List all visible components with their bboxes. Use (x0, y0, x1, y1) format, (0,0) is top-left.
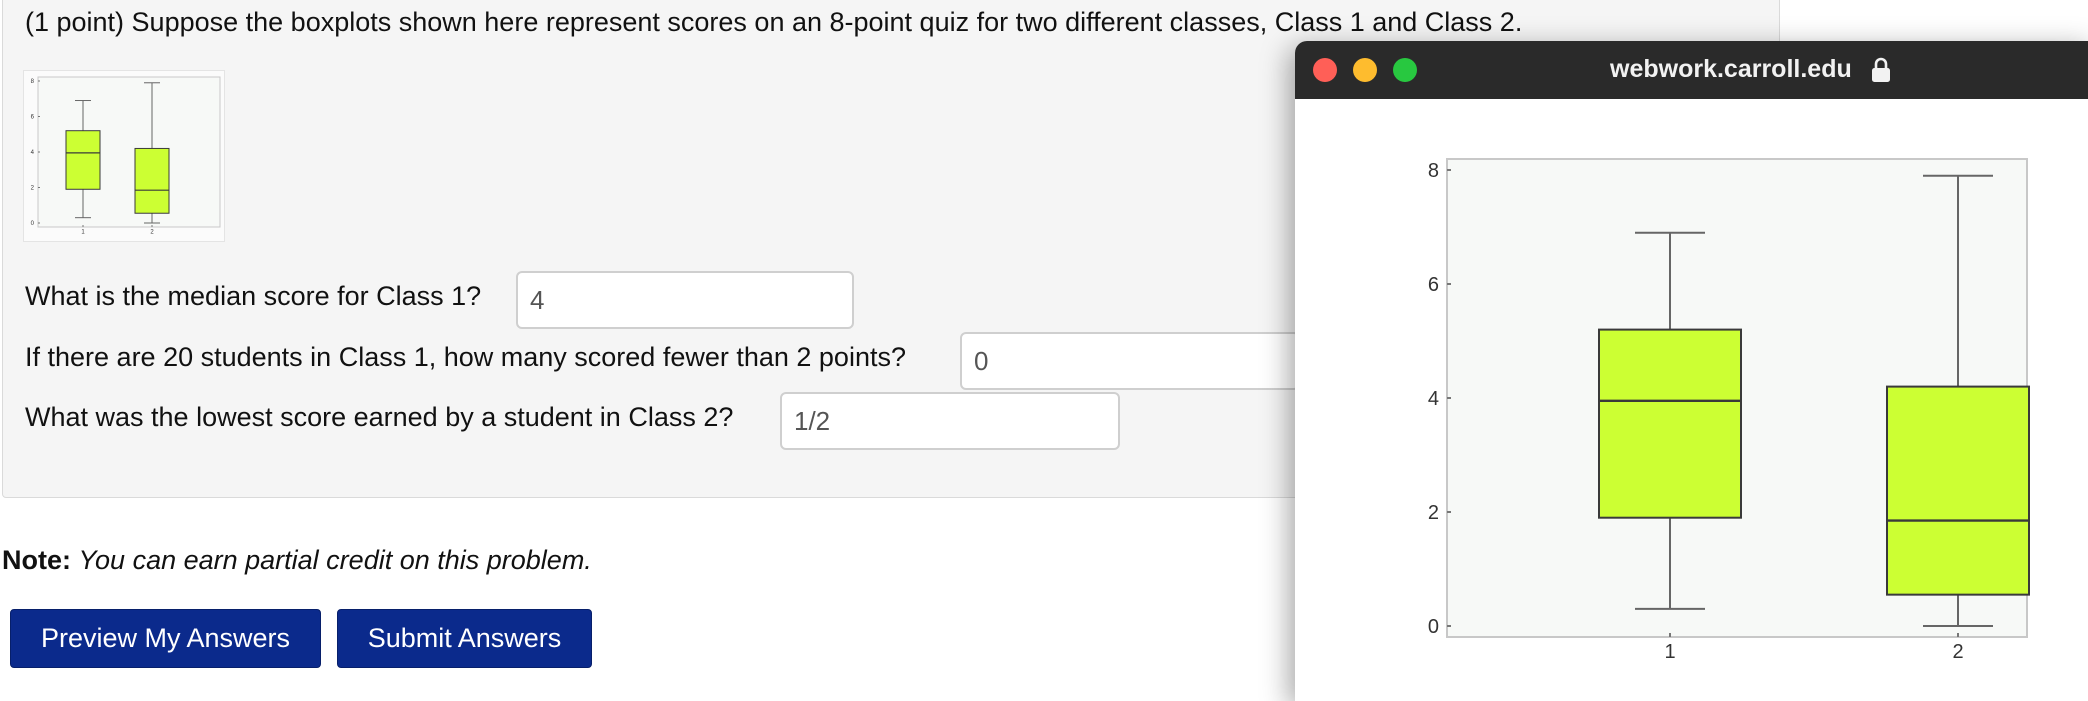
question-median-label: What is the median score for Class 1? (25, 281, 482, 311)
popup-url: webwork.carroll.edu (1610, 55, 1852, 83)
x-tick-label: 2 (1952, 641, 1963, 663)
box-class-2 (1886, 385, 2030, 596)
box-class-1 (65, 130, 101, 190)
y-tick-label: 0 (1428, 616, 1439, 638)
y-tick-label: 8 (31, 79, 35, 85)
y-tick-label: 2 (1428, 502, 1439, 524)
y-tick-label: 2 (31, 186, 35, 192)
submit-answers-button[interactable]: Submit Answers (337, 609, 592, 668)
y-tick-label: 4 (1428, 388, 1439, 410)
image-popup-window: webwork.carroll.edu 0 2 4 6 8 1 2 (1295, 41, 2088, 701)
popup-titlebar[interactable]: webwork.carroll.edu (1295, 41, 2088, 99)
partial-credit-note: Note: You can earn partial credit on thi… (2, 545, 592, 576)
y-tick-label: 6 (1428, 274, 1439, 296)
box-class-1 (1598, 328, 1742, 519)
y-tick-label: 6 (31, 115, 35, 121)
close-icon[interactable] (1313, 58, 1337, 82)
question-fewer-than-2-label: If there are 20 students in Class 1, how… (25, 342, 906, 372)
plot-frame (37, 76, 221, 228)
boxplot-thumbnail[interactable]: 0 2 4 6 8 1 2 (23, 70, 225, 242)
zoom-icon[interactable] (1393, 58, 1417, 82)
answer-median-input[interactable] (516, 271, 854, 329)
box-class-2 (134, 147, 170, 214)
note-text: You can earn partial credit on this prob… (78, 545, 592, 575)
y-tick-label: 4 (31, 150, 35, 156)
boxplot-large: 0 2 4 6 8 1 2 (1417, 107, 2037, 677)
lock-icon (1872, 57, 1890, 82)
boxplot-thumbnail-chart: 0 2 4 6 8 1 2 (31, 76, 221, 235)
problem-prompt: (1 point) Suppose the boxplots shown her… (25, 7, 1523, 37)
question-lowest-score-label: What was the lowest score earned by a st… (25, 402, 734, 432)
answer-lowest-score-input[interactable] (780, 392, 1120, 450)
minimize-icon[interactable] (1353, 58, 1377, 82)
boxplot-large-chart: 0 2 4 6 8 1 2 (1428, 158, 2030, 663)
answer-fewer-than-2-input[interactable] (960, 332, 1300, 390)
x-tick-label: 1 (1664, 641, 1675, 663)
x-tick-label: 2 (150, 229, 154, 235)
note-label: Note: (2, 545, 71, 575)
y-tick-label: 0 (31, 221, 35, 227)
x-tick-label: 1 (81, 229, 85, 235)
preview-answers-button[interactable]: Preview My Answers (10, 609, 321, 668)
y-tick-label: 8 (1428, 160, 1439, 182)
